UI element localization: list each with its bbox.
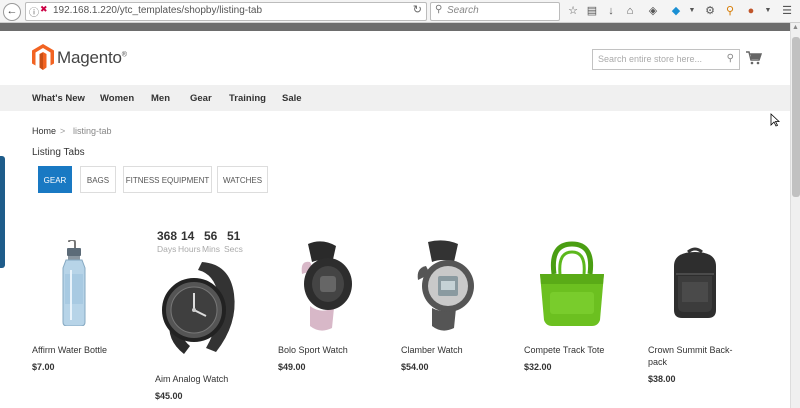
magento-logo-icon[interactable] xyxy=(32,44,54,70)
top-panel-strip xyxy=(0,23,790,31)
side-panel-handle[interactable] xyxy=(0,156,5,268)
nav-item-whats-new[interactable]: What's New xyxy=(32,93,85,104)
scroll-up-arrow-icon[interactable]: ▲ xyxy=(792,24,799,31)
insecure-icon: ✖ xyxy=(40,4,48,14)
tab-bags[interactable]: BAGS xyxy=(80,166,116,193)
browser-toolbar: ← ⓘ ✖ 192.168.1.220/ytc_templates/shopby… xyxy=(0,0,800,23)
search-icon[interactable]: ⚲ xyxy=(727,53,734,64)
product-price: $45.00 xyxy=(155,391,183,401)
product-image-backpack[interactable] xyxy=(666,246,724,318)
extension-icon[interactable]: ◆ xyxy=(668,3,684,19)
product-name[interactable]: Aim Analog Watch xyxy=(155,373,228,385)
tab-fitness-equipment[interactable]: FITNESS EQUIPMENT xyxy=(123,166,212,193)
product-name[interactable]: Bolo Sport Watch xyxy=(278,344,348,356)
tab-watches[interactable]: WATCHES xyxy=(217,166,268,193)
scroll-thumb[interactable] xyxy=(792,37,800,197)
store-search-input[interactable]: Search entire store here... ⚲ xyxy=(592,49,740,70)
search-icon: ⚲ xyxy=(435,4,443,15)
bookmark-star-icon[interactable]: ☆ xyxy=(565,3,581,19)
reload-icon[interactable]: ↻ xyxy=(413,3,422,16)
mouse-cursor-icon xyxy=(770,113,780,127)
nav-item-women[interactable]: Women xyxy=(100,93,134,104)
url-text[interactable]: 192.168.1.220/ytc_templates/shopby/listi… xyxy=(53,5,262,16)
nav-item-sale[interactable]: Sale xyxy=(282,93,302,104)
breadcrumb-current: listing-tab xyxy=(73,126,112,136)
countdown-mins-label: Mins xyxy=(202,244,220,254)
menu-hamburger-icon[interactable]: ☰ xyxy=(779,3,795,19)
url-bar[interactable]: ⓘ ✖ 192.168.1.220/ytc_templates/shopby/l… xyxy=(25,2,427,21)
key-icon[interactable]: ⚲ xyxy=(722,3,738,19)
back-arrow-icon[interactable]: ← xyxy=(3,3,21,21)
countdown-hours-label: Hours xyxy=(178,244,201,254)
info-icon[interactable]: ⓘ xyxy=(29,4,39,19)
product-name-continued[interactable]: pack xyxy=(648,356,667,368)
countdown-secs-label: Secs xyxy=(224,244,243,254)
nav-item-training[interactable]: Training xyxy=(229,93,266,104)
nav-item-men[interactable]: Men xyxy=(151,93,170,104)
page-scrollbar[interactable]: ▲ xyxy=(790,23,800,408)
nav-item-gear[interactable]: Gear xyxy=(190,93,212,104)
breadcrumb-separator: > xyxy=(60,126,66,136)
browser-search-placeholder: Search xyxy=(447,5,479,16)
settings-gear-icon[interactable]: ⚙ xyxy=(702,3,718,19)
pocket-icon[interactable]: ◈ xyxy=(645,3,661,19)
product-image-clamber-watch[interactable] xyxy=(414,240,478,332)
product-image-tote-bag[interactable] xyxy=(536,240,608,326)
download-icon[interactable]: ↓ xyxy=(603,3,619,19)
tab-gear[interactable]: GEAR xyxy=(38,166,72,193)
store-search-placeholder: Search entire store here... xyxy=(598,54,703,64)
product-price: $32.00 xyxy=(524,362,552,372)
product-image-water-bottle[interactable] xyxy=(60,240,88,326)
countdown-hours: 14 xyxy=(181,229,195,243)
browser-search-bar[interactable]: ⚲ Search xyxy=(430,2,560,21)
product-price: $38.00 xyxy=(648,374,676,384)
product-price: $54.00 xyxy=(401,362,429,372)
breadcrumb-home[interactable]: Home xyxy=(32,126,56,136)
countdown-days: 368 xyxy=(157,229,178,243)
product-name[interactable]: Clamber Watch xyxy=(401,344,463,356)
section-title: Listing Tabs xyxy=(32,147,85,158)
countdown-days-label: Days xyxy=(157,244,177,254)
product-image-sport-watch[interactable] xyxy=(292,240,356,332)
shopping-cart-icon[interactable] xyxy=(746,50,762,66)
addon-icon[interactable]: ● xyxy=(743,3,759,19)
product-name[interactable]: Crown Summit Back- xyxy=(648,344,733,356)
countdown-mins: 56 xyxy=(204,229,218,243)
dropdown-arrow-icon[interactable]: ▼ xyxy=(684,3,700,19)
product-price: $7.00 xyxy=(32,362,55,372)
clipboard-icon[interactable]: ▤ xyxy=(584,3,600,19)
product-price: $49.00 xyxy=(278,362,306,372)
logo-text[interactable]: Magento® xyxy=(57,48,127,68)
countdown-secs: 51 xyxy=(227,229,241,243)
home-icon[interactable]: ⌂ xyxy=(622,3,638,19)
dropdown-arrow-icon[interactable]: ▼ xyxy=(760,3,776,19)
product-name[interactable]: Compete Track Tote xyxy=(524,344,604,356)
product-name[interactable]: Affirm Water Bottle xyxy=(32,344,107,356)
product-image-analog-watch[interactable] xyxy=(160,260,240,356)
